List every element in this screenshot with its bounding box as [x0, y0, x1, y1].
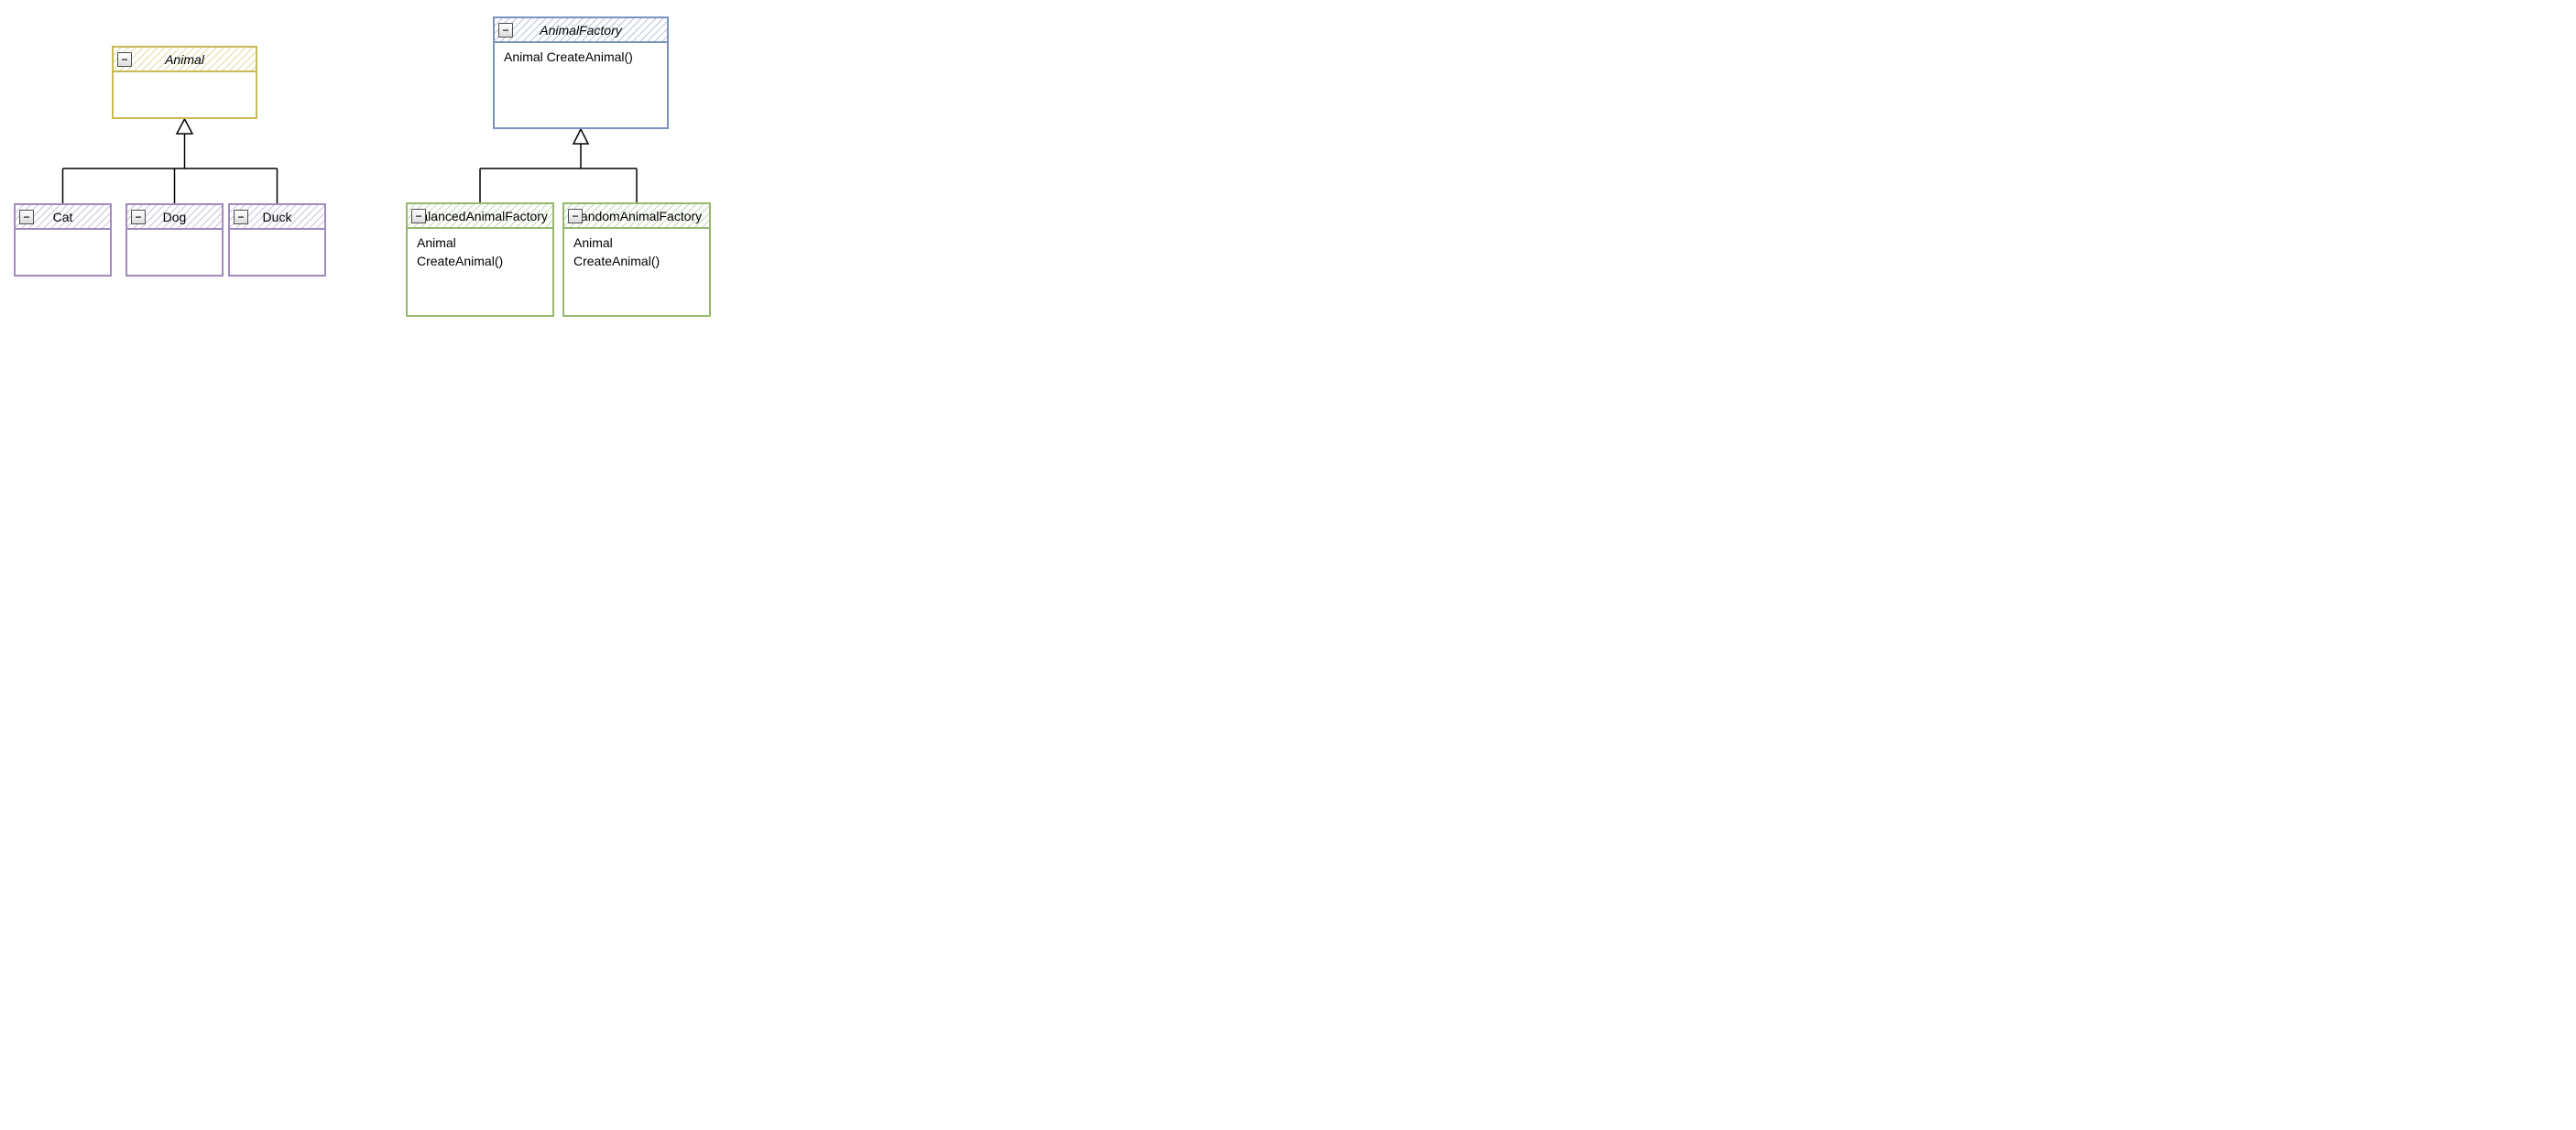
- class-header: − BalancedAnimalFactory: [408, 204, 552, 229]
- class-duck[interactable]: − Duck: [228, 203, 326, 277]
- animal-generalization-tree: [63, 119, 278, 203]
- class-method: Animal CreateAnimal(): [573, 234, 700, 270]
- class-animal[interactable]: − Animal: [112, 46, 257, 119]
- collapse-toggle-icon[interactable]: −: [234, 210, 248, 224]
- class-title: Duck: [263, 210, 292, 224]
- collapse-toggle-icon[interactable]: −: [411, 209, 426, 223]
- class-title: Animal: [165, 52, 204, 67]
- class-method: Animal CreateAnimal(): [504, 49, 658, 67]
- class-dog[interactable]: − Dog: [126, 203, 224, 277]
- class-body: [114, 72, 256, 117]
- class-header: − Animal: [114, 48, 256, 72]
- collapse-toggle-icon[interactable]: −: [568, 209, 583, 223]
- class-title: RandomAnimalFactory: [572, 209, 702, 223]
- class-title: AnimalFactory: [540, 23, 621, 38]
- diagram-canvas: − Animal − Cat − Dog − Duck: [0, 0, 1288, 565]
- collapse-toggle-icon[interactable]: −: [117, 52, 132, 67]
- class-cat[interactable]: − Cat: [14, 203, 112, 277]
- class-body: Animal CreateAnimal(): [564, 229, 709, 315]
- class-balancedanimalfactory[interactable]: − BalancedAnimalFactory Animal CreateAni…: [406, 202, 554, 317]
- class-header: − Cat: [16, 205, 110, 230]
- class-randomanimalfactory[interactable]: − RandomAnimalFactory Animal CreateAnima…: [562, 202, 711, 317]
- class-title: BalancedAnimalFactory: [412, 209, 548, 223]
- class-title: Cat: [53, 210, 73, 224]
- class-header: − Dog: [127, 205, 222, 230]
- class-header: − AnimalFactory: [495, 18, 667, 43]
- class-body: Animal CreateAnimal(): [408, 229, 552, 315]
- class-body: [127, 230, 222, 275]
- class-title: Dog: [163, 210, 187, 224]
- class-method: Animal CreateAnimal(): [417, 234, 543, 270]
- class-body: [230, 230, 324, 275]
- collapse-toggle-icon[interactable]: −: [498, 23, 513, 38]
- class-animalfactory[interactable]: − AnimalFactory Animal CreateAnimal(): [493, 16, 669, 129]
- animalfactory-generalization-tree: [480, 129, 637, 202]
- class-header: − Duck: [230, 205, 324, 230]
- class-header: − RandomAnimalFactory: [564, 204, 709, 229]
- collapse-toggle-icon[interactable]: −: [19, 210, 34, 224]
- class-body: Animal CreateAnimal(): [495, 43, 667, 127]
- generalization-arrowhead-icon: [177, 119, 192, 134]
- collapse-toggle-icon[interactable]: −: [131, 210, 146, 224]
- generalization-arrowhead-icon: [573, 129, 588, 144]
- class-body: [16, 230, 110, 275]
